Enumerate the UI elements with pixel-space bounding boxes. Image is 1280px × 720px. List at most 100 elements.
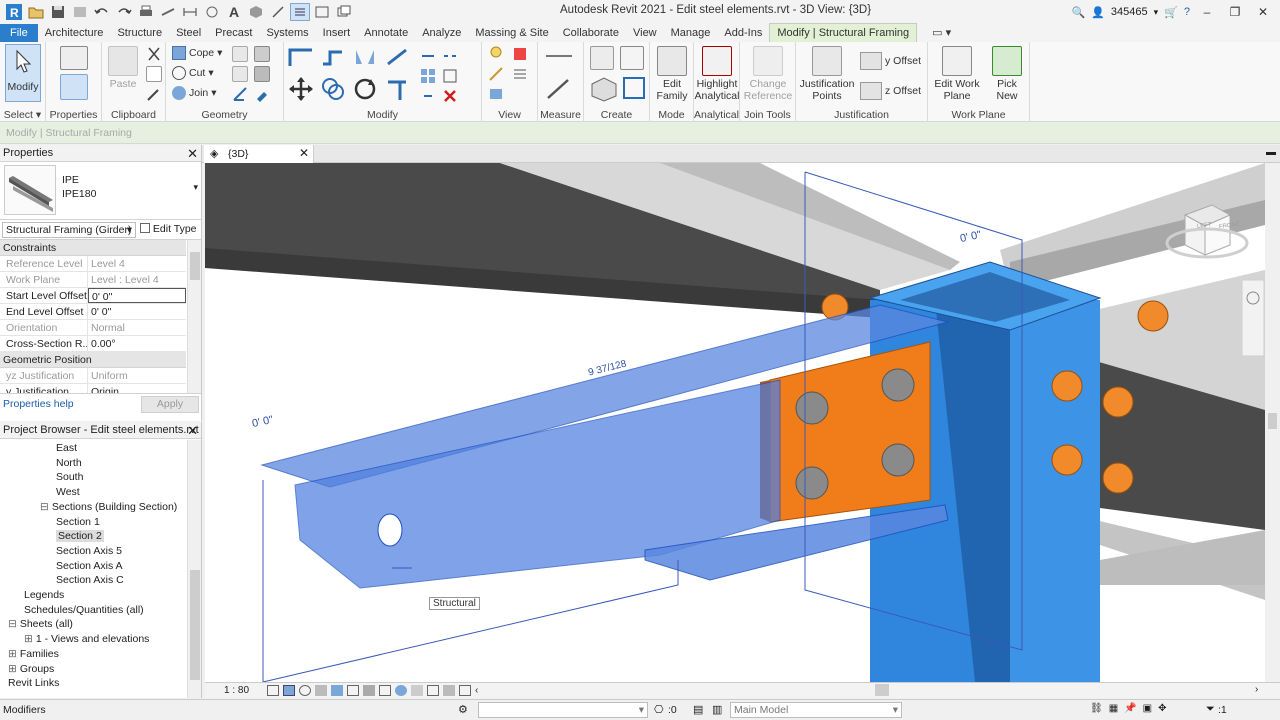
cope-button[interactable]: Cope ▾ bbox=[172, 46, 222, 60]
select-links-icon[interactable]: ⛓ bbox=[1090, 703, 1103, 714]
filter-icon[interactable] bbox=[488, 86, 504, 102]
instance-filter-select[interactable]: Structural Framing (Girder) ▾ bbox=[2, 222, 136, 238]
model-canvas[interactable] bbox=[205, 163, 1265, 682]
property-value[interactable]: Level 4 bbox=[88, 256, 186, 271]
align-icon[interactable] bbox=[288, 46, 314, 68]
property-value[interactable]: 0' 0" bbox=[88, 288, 186, 303]
tree-item[interactable]: East bbox=[56, 441, 77, 455]
tab-3d-view[interactable]: ◈ {3D} ✕ bbox=[204, 145, 314, 163]
temporary-hide-icon[interactable] bbox=[395, 685, 407, 696]
tree-item[interactable]: ⊟ Sections (Building Section) bbox=[40, 500, 177, 514]
close-icon[interactable]: ✕ bbox=[187, 422, 198, 439]
tree-item[interactable]: West bbox=[56, 485, 80, 499]
geometry-tool-4-icon[interactable] bbox=[254, 66, 270, 82]
tab-annotate[interactable]: Annotate bbox=[357, 24, 415, 42]
tree-item[interactable]: Revit Links bbox=[8, 676, 59, 690]
rotate-icon[interactable] bbox=[352, 76, 378, 102]
property-value[interactable]: Level : Level 4 bbox=[88, 272, 186, 287]
design-option-icon[interactable]: ▥ bbox=[712, 703, 722, 716]
edit-work-plane-button[interactable]: Edit Work Plane bbox=[930, 46, 984, 102]
drag-elements-icon[interactable]: ✥ bbox=[1158, 703, 1166, 714]
tree-item[interactable]: Section 2 bbox=[56, 529, 104, 543]
print-icon[interactable] bbox=[136, 3, 156, 21]
property-row[interactable]: y Justification Origin bbox=[0, 384, 186, 393]
measure-distance-icon[interactable] bbox=[544, 48, 574, 64]
tree-item[interactable]: ⊞ Groups bbox=[8, 662, 54, 676]
mirror-axis-icon[interactable] bbox=[352, 46, 378, 68]
view-vertical-scrollbar[interactable] bbox=[1265, 163, 1280, 682]
tree-item[interactable]: Section Axis 5 bbox=[56, 544, 122, 558]
user-id[interactable]: 345465 bbox=[1111, 6, 1148, 18]
revit-logo-icon[interactable]: R bbox=[4, 3, 24, 21]
tab-modify-structural-framing[interactable]: Modify | Structural Framing bbox=[769, 23, 918, 42]
create-group-icon[interactable] bbox=[622, 76, 646, 100]
user-icon[interactable]: 👤 bbox=[1091, 6, 1105, 19]
sync-icon[interactable] bbox=[70, 3, 90, 21]
scroll-thumb[interactable] bbox=[1268, 413, 1277, 429]
show-constraints-icon[interactable] bbox=[459, 685, 471, 696]
tree-item[interactable]: ⊟ Sheets (all) bbox=[8, 617, 73, 631]
save-icon[interactable] bbox=[48, 3, 68, 21]
edit-type-button[interactable]: Edit Type bbox=[140, 223, 197, 235]
paint-icon[interactable] bbox=[254, 86, 270, 102]
highlight-analytical-button[interactable]: Highlight Analytical bbox=[694, 46, 740, 102]
unpin-icon[interactable] bbox=[420, 88, 436, 104]
hide-icon[interactable] bbox=[488, 46, 504, 62]
property-row[interactable]: Orientation Normal bbox=[0, 320, 186, 336]
measure-icon[interactable] bbox=[158, 3, 178, 21]
design-options-icon[interactable]: ▤ bbox=[693, 703, 703, 716]
design-options-select[interactable]: Main Model ▾ bbox=[730, 702, 902, 718]
minimize-icon[interactable]: – bbox=[1196, 5, 1218, 19]
property-row[interactable]: Work Plane Level : Level 4 bbox=[0, 272, 186, 288]
chevron-left-icon[interactable]: ‹ bbox=[475, 685, 478, 696]
close-icon[interactable]: ✕ bbox=[1252, 5, 1274, 19]
create-similar-icon[interactable] bbox=[590, 76, 618, 102]
properties-scrollbar[interactable] bbox=[187, 240, 201, 393]
mirror-draw-icon[interactable] bbox=[384, 46, 410, 68]
type-selector[interactable]: IPE IPE180 ▾ bbox=[0, 162, 201, 220]
tree-item[interactable]: South bbox=[56, 470, 83, 484]
text-icon[interactable]: A bbox=[224, 3, 244, 21]
3d-view-icon[interactable] bbox=[246, 3, 266, 21]
property-value[interactable]: 0' 0" bbox=[88, 304, 186, 319]
property-row[interactable]: Start Level Offset 0' 0" bbox=[0, 288, 186, 304]
trim-icon[interactable] bbox=[384, 76, 410, 102]
restore-icon[interactable]: ❐ bbox=[1224, 5, 1246, 19]
property-row[interactable]: Cross-Section R... 0.00° bbox=[0, 336, 186, 352]
tab-file[interactable]: File bbox=[0, 24, 38, 42]
join-button[interactable]: Join ▾ bbox=[172, 86, 217, 100]
type-properties-icon[interactable] bbox=[60, 46, 88, 70]
chevron-down-icon[interactable]: ▾ bbox=[193, 182, 198, 193]
justification-points-button[interactable]: Justification Points bbox=[798, 46, 856, 102]
crop-view-icon[interactable] bbox=[347, 685, 359, 696]
show-crop-icon[interactable] bbox=[363, 685, 375, 696]
collapse-icon[interactable]: ⊟ bbox=[8, 618, 17, 630]
change-reference-button[interactable]: Change Reference bbox=[742, 46, 794, 102]
property-row[interactable]: Reference Level Level 4 bbox=[0, 256, 186, 272]
cart-icon[interactable]: 🛒 bbox=[1164, 6, 1178, 19]
tree-item[interactable]: ⊞ 1 - Views and elevations bbox=[24, 632, 149, 646]
detail-level-icon[interactable] bbox=[267, 685, 279, 696]
match-type-icon[interactable] bbox=[146, 86, 162, 102]
horizontal-scroll-thumb[interactable] bbox=[875, 684, 889, 696]
split-gap-icon[interactable] bbox=[442, 48, 458, 64]
undo-icon[interactable] bbox=[92, 3, 112, 21]
select-by-face-icon[interactable]: ▣ bbox=[1143, 703, 1152, 714]
apply-button[interactable]: Apply bbox=[141, 396, 199, 413]
cut-scissors-icon[interactable] bbox=[146, 46, 162, 62]
filter-icon[interactable]: ⏷ bbox=[1206, 703, 1215, 716]
editing-requests-icon[interactable]: ⎔ bbox=[654, 703, 664, 716]
select-dropdown[interactable]: Select ▾ bbox=[0, 109, 45, 121]
select-pinned-icon[interactable]: 📌 bbox=[1124, 703, 1136, 714]
tree-item[interactable]: Section 1 bbox=[56, 515, 100, 529]
property-value[interactable]: Normal bbox=[88, 320, 186, 335]
override-graphics-icon[interactable] bbox=[512, 46, 528, 62]
geometry-tool-2-icon[interactable] bbox=[254, 46, 270, 62]
tree-item[interactable]: Legends bbox=[24, 588, 64, 602]
create-assembly-icon[interactable] bbox=[620, 46, 644, 70]
property-row[interactable]: yz Justification Uniform bbox=[0, 368, 186, 384]
worksets-icon[interactable]: ⚙ bbox=[458, 703, 468, 716]
edit-family-button[interactable]: Edit Family bbox=[654, 46, 690, 102]
properties-section-header[interactable]: Constraints bbox=[0, 240, 186, 256]
copy-icon[interactable] bbox=[146, 66, 162, 82]
